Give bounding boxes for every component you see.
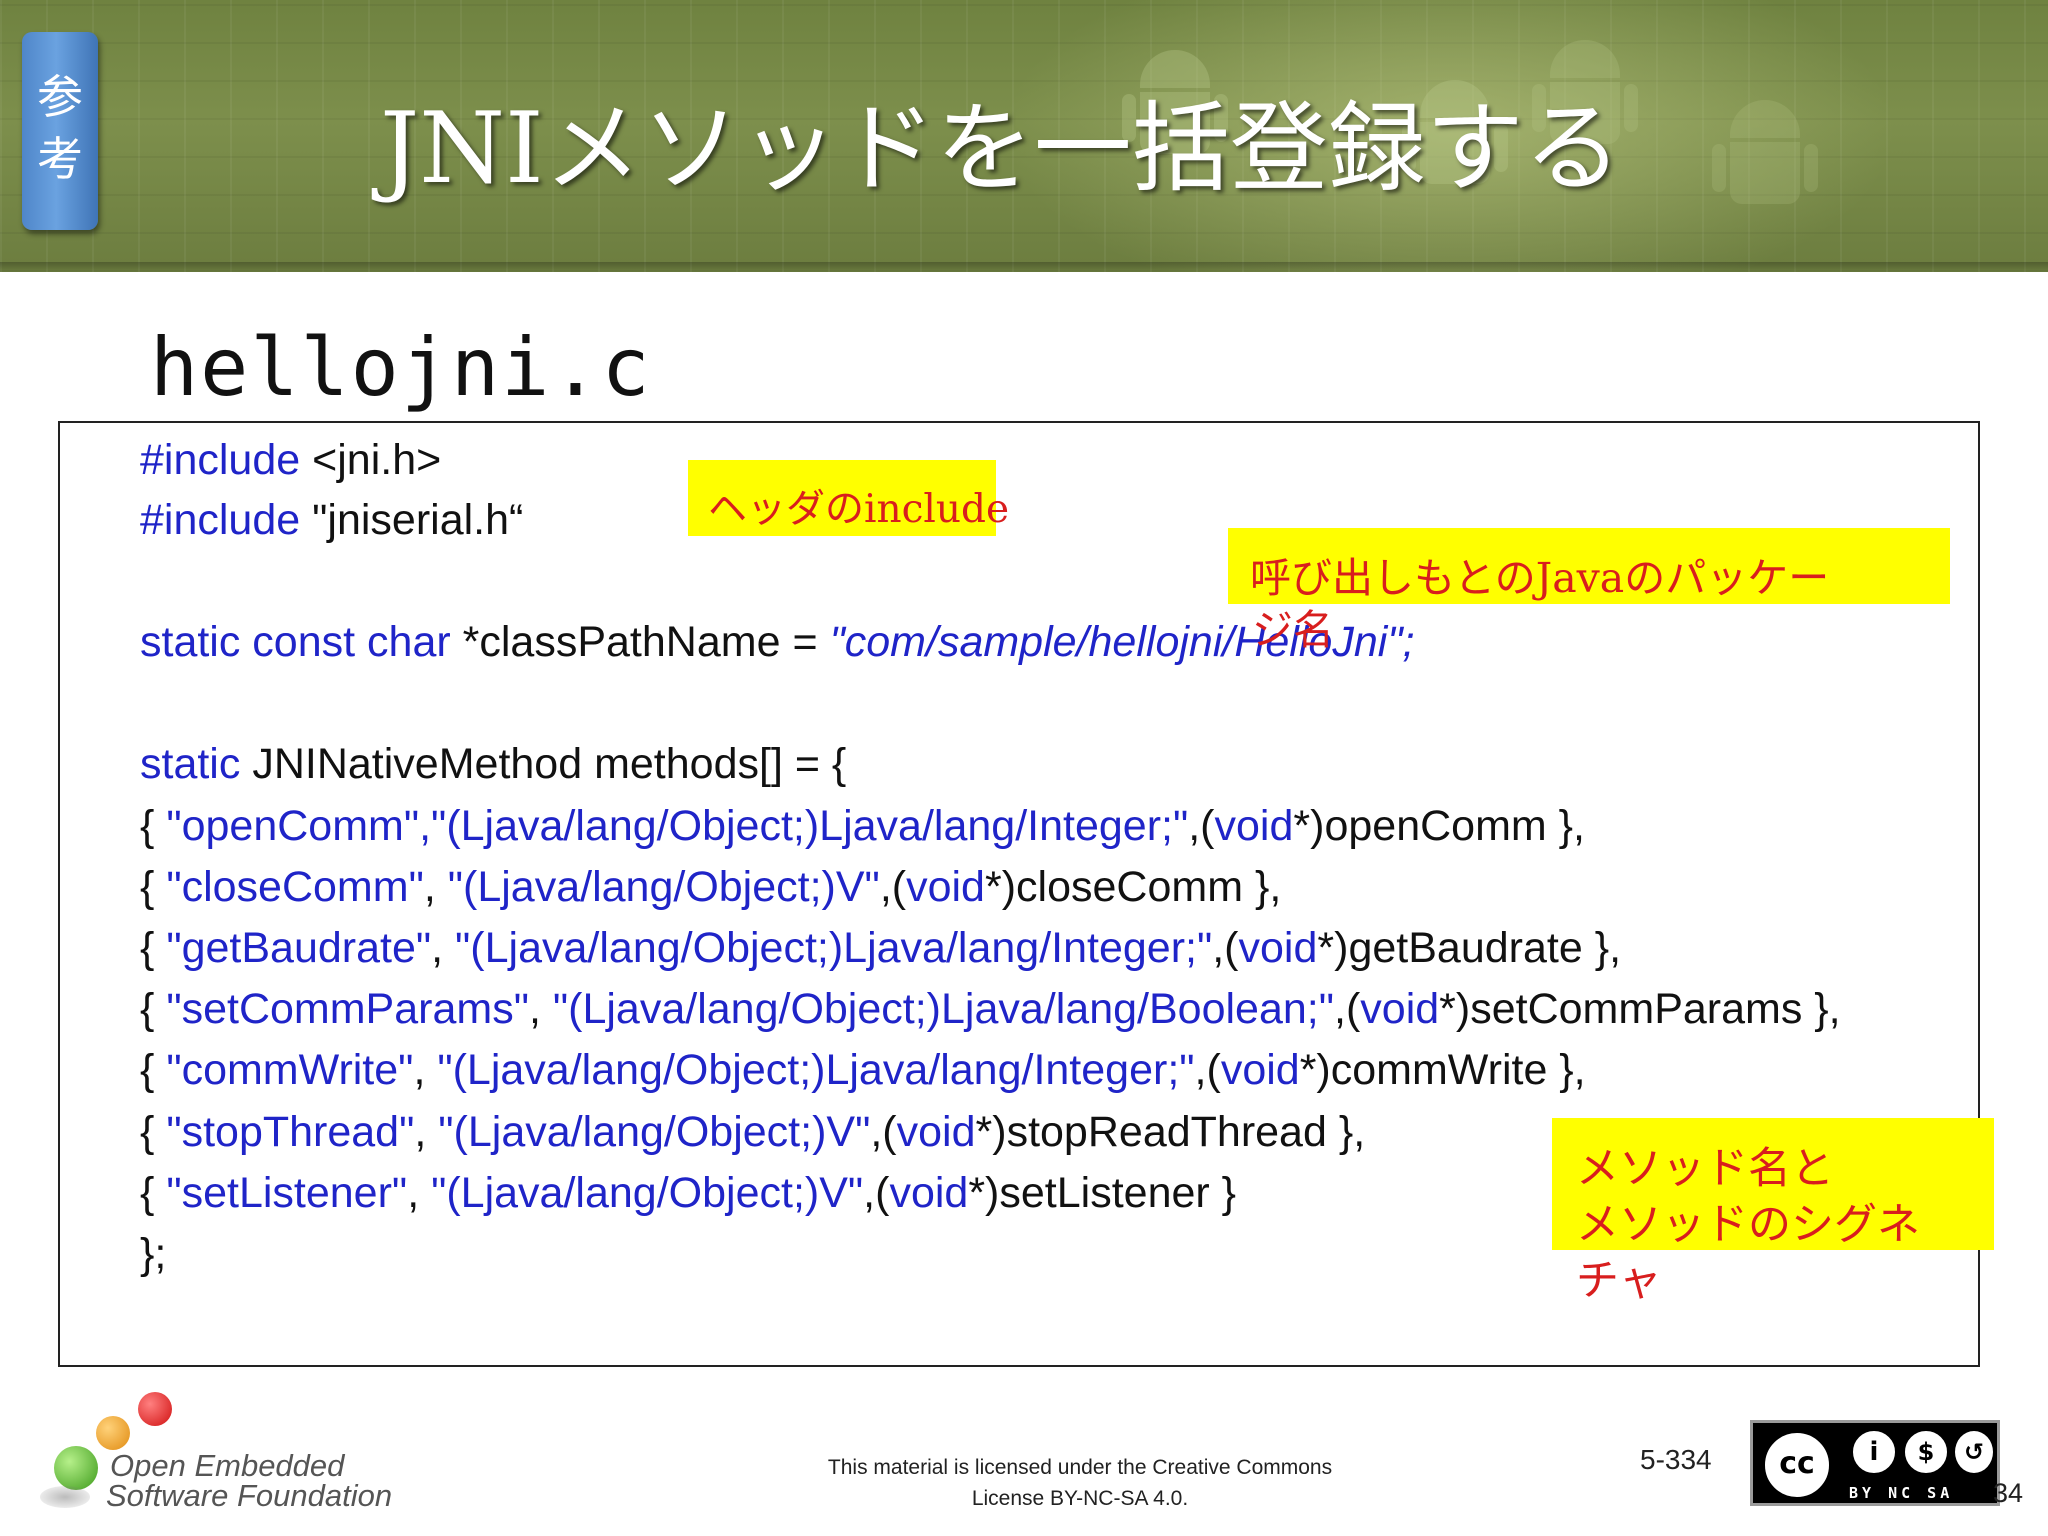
code-text: {	[140, 924, 167, 972]
code-text: {	[140, 1046, 167, 1094]
code-text: {	[140, 802, 167, 850]
oesf-logo: Open Embedded Software Foundation	[36, 1390, 396, 1520]
code-line: { "stopThread", "(Ljava/lang/Object;)V",…	[140, 1102, 1365, 1162]
code-text: ,(	[1194, 1046, 1221, 1094]
code-text: *classPathName =	[450, 618, 830, 666]
code-keyword: void	[1214, 802, 1294, 850]
code-string: "(Ljava/lang/Object;)Ljava/lang/Boolean;…	[552, 985, 1334, 1033]
code-line: { "getBaudrate", "(Ljava/lang/Object;)Lj…	[140, 918, 1621, 978]
code-string: "setCommParams"	[166, 985, 529, 1033]
code-line: { "setCommParams", "(Ljava/lang/Object;)…	[140, 979, 1841, 1039]
code-keyword: static	[140, 740, 241, 788]
nc-icon: $	[1901, 1427, 1951, 1477]
file-name-heading: hellojni.c	[150, 321, 652, 414]
code-line: static const char *classPathName = "com/…	[140, 612, 1415, 672]
code-keyword: void	[1360, 985, 1440, 1033]
code-string: "closeComm"	[166, 863, 424, 911]
license-line: This material is licensed under the Crea…	[827, 1456, 1333, 1479]
code-text: "jniserial.h“	[300, 496, 524, 544]
code-text: ,	[414, 1108, 439, 1156]
code-text: {	[140, 863, 167, 911]
annotation-header-include: ヘッダのinclude	[708, 487, 1010, 532]
code-text: *)commWrite },	[1299, 1046, 1586, 1094]
logo-green-dot	[54, 1446, 98, 1490]
code-line: #include "jniserial.h“	[140, 490, 523, 550]
code-text: JNINativeMethod methods[] = {	[240, 740, 847, 788]
code-string: "(Ljava/lang/Object;)V"	[438, 1108, 871, 1156]
code-text: ,(	[1334, 985, 1361, 1033]
code-text: ,	[407, 1169, 432, 1217]
reference-badge-char: 参	[37, 70, 83, 124]
slide-title: JNIメソッドを一括登録する	[380, 92, 1622, 206]
code-keyword: void	[896, 1108, 976, 1156]
code-text: ,	[413, 1046, 438, 1094]
header-shadow	[0, 262, 2048, 272]
code-text: {	[140, 1108, 167, 1156]
code-text: *)closeComm },	[984, 863, 1282, 911]
code-text: ,(	[863, 1169, 890, 1217]
corner-page-number: 34	[1993, 1478, 2024, 1508]
code-text: ,(	[870, 1108, 897, 1156]
code-string: "stopThread"	[166, 1108, 415, 1156]
code-keyword: #include	[140, 496, 301, 544]
code-text: ,	[528, 985, 553, 1033]
code-text: ,	[423, 863, 448, 911]
annotation-method-signature-cont: チャ	[1576, 1256, 1662, 1306]
code-text: <jni.h>	[300, 436, 442, 484]
reference-badge: 参 考	[22, 32, 98, 230]
code-text: *)openComm },	[1293, 802, 1585, 850]
code-text: *)setCommParams },	[1439, 985, 1841, 1033]
code-text: {	[140, 1169, 167, 1217]
reference-badge-char: 考	[37, 132, 83, 186]
code-string: "(Ljava/lang/Object;)Ljava/lang/Integer;…	[455, 924, 1213, 972]
code-keyword: void	[889, 1169, 969, 1217]
annotation-method-signature: メソッド名と	[1576, 1144, 1834, 1194]
code-text: ,(	[1212, 924, 1239, 972]
code-text: {	[140, 985, 167, 1033]
cc-license-badge: cc i $ ↺ BY NC SA	[1750, 1420, 2000, 1506]
code-keyword: void	[906, 863, 985, 911]
page-number: 5-334	[1640, 1444, 1712, 1475]
code-string: "(Ljava/lang/Object;)Ljava/lang/Integer;…	[437, 1046, 1195, 1094]
annotation-method-signature-cont: メソッドのシグネ	[1576, 1200, 1920, 1250]
license-text: This material is licensed under the Crea…	[750, 1452, 1410, 1514]
code-line: { "closeComm", "(Ljava/lang/Object;)V",(…	[140, 857, 1281, 917]
logo-text-line2: Software Foundation	[106, 1478, 393, 1513]
code-text: *)setListener }	[968, 1169, 1237, 1217]
annotation-java-package-cont: ジ名	[1252, 606, 1334, 654]
code-text: *)getBaudrate },	[1317, 924, 1622, 972]
cc-badge-tags: BY NC SA	[1849, 1483, 1997, 1503]
sa-icon: ↺	[1951, 1427, 1997, 1477]
code-text: ,	[431, 924, 456, 972]
code-line: };	[140, 1224, 166, 1284]
logo-shadow	[40, 1486, 90, 1508]
code-string: "setListener"	[166, 1169, 408, 1217]
code-string: "(Ljava/lang/Object;)V"	[447, 863, 880, 911]
code-string: "openComm","(Ljava/lang/Object;)Ljava/la…	[166, 802, 1189, 850]
code-line: { "openComm","(Ljava/lang/Object;)Ljava/…	[140, 796, 1585, 856]
code-string: "commWrite"	[166, 1046, 414, 1094]
code-line: { "setListener", "(Ljava/lang/Object;)V"…	[140, 1163, 1236, 1223]
code-text: ,(	[1188, 802, 1215, 850]
by-icon: i	[1849, 1427, 1899, 1477]
code-text: };	[140, 1230, 167, 1278]
code-keyword: #include	[140, 436, 301, 484]
code-line: { "commWrite", "(Ljava/lang/Object;)Ljav…	[140, 1040, 1586, 1100]
logo-orange-dot	[96, 1416, 130, 1450]
code-string: "(Ljava/lang/Object;)V"	[431, 1169, 864, 1217]
annotation-java-package: 呼び出しもとのJavaのパッケー	[1250, 554, 1830, 602]
code-string: "getBaudrate"	[166, 924, 432, 972]
code-text: *)stopReadThread },	[975, 1108, 1366, 1156]
license-line: License BY-NC-SA 4.0.	[971, 1487, 1189, 1510]
logo-red-dot	[138, 1392, 172, 1426]
code-keyword: static const char	[140, 618, 451, 666]
code-keyword: void	[1238, 924, 1318, 972]
code-keyword: void	[1220, 1046, 1300, 1094]
code-text: ,(	[879, 863, 907, 911]
code-line: #include <jni.h>	[140, 430, 441, 490]
cc-icon: cc	[1761, 1429, 1833, 1501]
code-line: static JNINativeMethod methods[] = {	[140, 734, 846, 794]
